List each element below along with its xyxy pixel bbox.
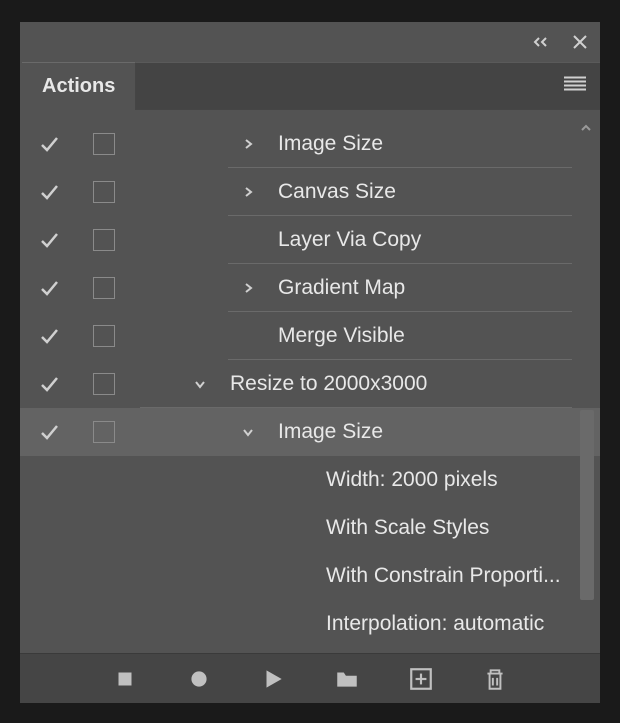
scrollbar-thumb[interactable] <box>580 410 594 600</box>
checkmark-icon <box>38 373 60 395</box>
dialog-toggle-column[interactable] <box>78 133 130 155</box>
checkmark-icon <box>38 277 60 299</box>
action-label: Gradient Map <box>278 276 600 300</box>
enable-column[interactable] <box>20 229 78 251</box>
scroll-up-icon[interactable] <box>578 120 594 136</box>
panel-menu-icon[interactable] <box>564 77 586 96</box>
scrollbar <box>576 120 596 653</box>
close-icon[interactable] <box>572 34 588 50</box>
action-label: Resize to 2000x3000 <box>230 372 600 396</box>
enable-column[interactable] <box>20 421 78 443</box>
enable-column[interactable] <box>20 181 78 203</box>
action-row[interactable]: With Scale Styles <box>20 504 600 552</box>
record-button[interactable] <box>186 666 212 692</box>
enable-column[interactable] <box>20 277 78 299</box>
dialog-toggle-box[interactable] <box>93 133 115 155</box>
action-row[interactable]: Layer Via Copy <box>20 216 600 264</box>
dialog-toggle-column[interactable] <box>78 181 130 203</box>
action-row[interactable]: Width: 2000 pixels <box>20 456 600 504</box>
dialog-toggle-box[interactable] <box>93 229 115 251</box>
action-label: With Scale Styles <box>326 516 600 540</box>
action-label: Interpolation: automatic <box>326 612 600 636</box>
action-row[interactable]: Resize to 2000x3000 <box>20 360 600 408</box>
tab-actions[interactable]: Actions <box>22 62 136 110</box>
checkmark-icon <box>38 421 60 443</box>
action-label: Image Size <box>278 132 600 156</box>
dialog-toggle-box[interactable] <box>93 181 115 203</box>
expand-column <box>130 425 260 439</box>
delete-button[interactable] <box>482 666 508 692</box>
expand-column <box>130 185 260 199</box>
action-label: Canvas Size <box>278 180 600 204</box>
action-label: Image Size <box>278 420 600 444</box>
play-button[interactable] <box>260 666 286 692</box>
dialog-toggle-column[interactable] <box>78 421 130 443</box>
dialog-toggle-box[interactable] <box>93 325 115 347</box>
action-row[interactable]: With Constrain Proporti... <box>20 552 600 600</box>
expand-column <box>130 377 212 391</box>
stop-button[interactable] <box>112 666 138 692</box>
dialog-toggle-box[interactable] <box>93 277 115 299</box>
actions-list-area: Image Size Canvas Size Layer Via Copy Gradi… <box>20 110 600 653</box>
new-action-button[interactable] <box>408 666 434 692</box>
panel-header <box>20 22 600 62</box>
expand-column <box>130 137 260 151</box>
enable-column[interactable] <box>20 133 78 155</box>
dialog-toggle-box[interactable] <box>93 373 115 395</box>
chevron-right-icon[interactable] <box>236 137 260 151</box>
enable-column[interactable] <box>20 325 78 347</box>
checkmark-icon <box>38 325 60 347</box>
action-row[interactable]: Image Size <box>20 408 600 456</box>
action-row[interactable]: Gradient Map <box>20 264 600 312</box>
action-row[interactable]: Image Size <box>20 120 600 168</box>
action-label: Layer Via Copy <box>278 228 600 252</box>
panel-footer <box>20 653 600 703</box>
chevron-right-icon[interactable] <box>236 281 260 295</box>
folder-button[interactable] <box>334 666 360 692</box>
tab-label: Actions <box>42 75 115 98</box>
dialog-toggle-box[interactable] <box>93 421 115 443</box>
checkmark-icon <box>38 229 60 251</box>
dialog-toggle-column[interactable] <box>78 277 130 299</box>
action-row[interactable]: Canvas Size <box>20 168 600 216</box>
action-label: With Constrain Proporti... <box>326 564 600 588</box>
tab-bar: Actions <box>20 62 600 110</box>
action-row[interactable]: Interpolation: automatic <box>20 600 600 648</box>
actions-panel: Actions Image Size Canvas Size Layer Via C… <box>20 22 600 703</box>
chevron-down-icon[interactable] <box>236 425 260 439</box>
chevron-down-icon[interactable] <box>188 377 212 391</box>
checkmark-icon <box>38 133 60 155</box>
dialog-toggle-column[interactable] <box>78 325 130 347</box>
enable-column[interactable] <box>20 373 78 395</box>
expand-column <box>130 281 260 295</box>
action-label: Width: 2000 pixels <box>326 468 600 492</box>
dialog-toggle-column[interactable] <box>78 373 130 395</box>
chevron-right-icon[interactable] <box>236 185 260 199</box>
tab-bar-space <box>136 62 600 110</box>
dialog-toggle-column[interactable] <box>78 229 130 251</box>
checkmark-icon <box>38 181 60 203</box>
action-row[interactable]: Merge Visible <box>20 312 600 360</box>
collapse-panel-icon[interactable] <box>532 36 552 48</box>
action-label: Merge Visible <box>278 324 600 348</box>
